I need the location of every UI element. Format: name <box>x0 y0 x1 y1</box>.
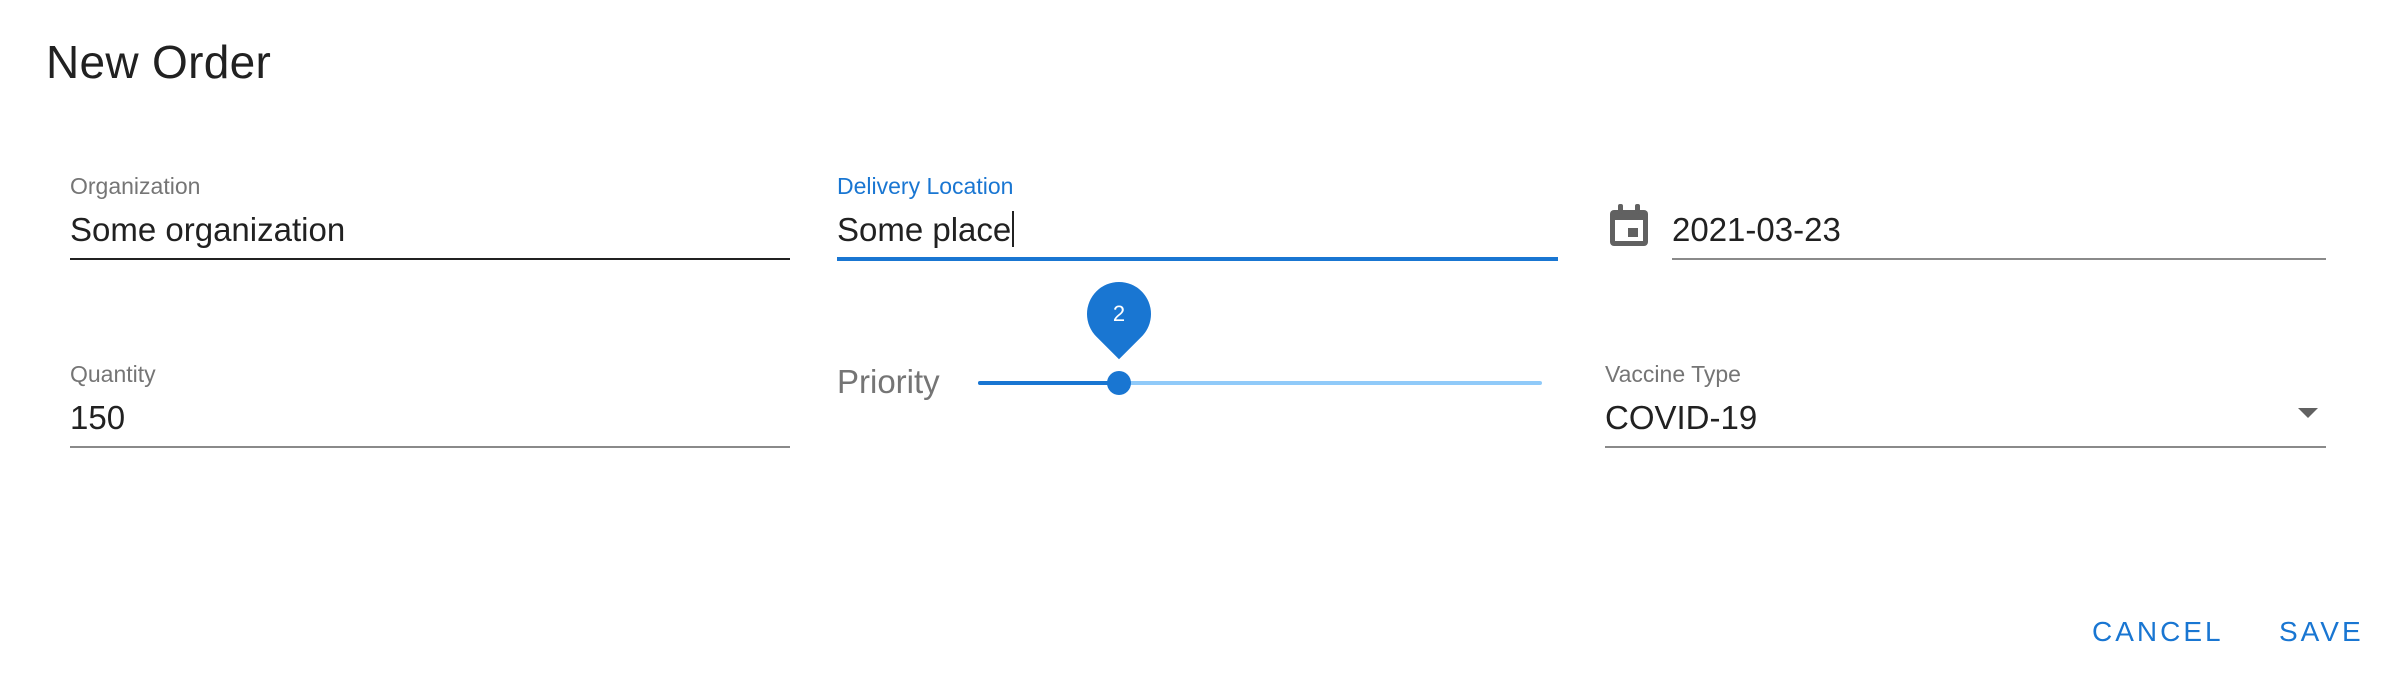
quantity-underline <box>70 446 790 448</box>
organization-input[interactable]: Some organization <box>70 208 345 252</box>
slider-value-bubble: 2 <box>1073 268 1165 360</box>
cancel-button[interactable]: CANCEL <box>2092 612 2224 652</box>
new-order-dialog: New Order Organization Some organization… <box>0 0 2398 684</box>
priority-label: Priority <box>837 363 940 400</box>
delivery-location-label: Delivery Location <box>837 173 1014 199</box>
date-input[interactable]: 2021-03-23 <box>1672 208 1841 252</box>
organization-label: Organization <box>70 173 201 199</box>
vaccine-type-value[interactable]: COVID-19 <box>1605 396 1757 440</box>
slider-thumb[interactable] <box>1107 371 1131 395</box>
dialog-title: New Order <box>46 36 272 88</box>
save-button[interactable]: SAVE <box>2279 612 2364 652</box>
delivery-location-input[interactable]: Some place <box>837 208 1015 252</box>
organization-field[interactable]: Organization Some organization <box>70 172 790 262</box>
delivery-location-underline <box>837 257 1558 261</box>
quantity-input[interactable]: 150 <box>70 396 125 440</box>
dropdown-arrow-icon[interactable] <box>2298 408 2318 418</box>
calendar-icon[interactable] <box>1608 204 1650 248</box>
date-underline <box>1672 258 2326 260</box>
vaccine-type-select[interactable]: Vaccine Type COVID-19 <box>1605 360 2326 450</box>
slider-value-text: 2 <box>1112 301 1126 326</box>
vaccine-type-underline <box>1605 446 2326 448</box>
quantity-label: Quantity <box>70 361 156 387</box>
text-caret <box>1012 211 1015 247</box>
organization-underline <box>70 258 790 260</box>
delivery-location-value: Some place <box>837 211 1012 248</box>
date-field[interactable]: 2021-03-23 <box>1672 172 2326 262</box>
vaccine-type-label: Vaccine Type <box>1605 361 1741 387</box>
priority-slider[interactable]: 2 <box>978 268 1542 396</box>
quantity-field[interactable]: Quantity 150 <box>70 360 790 450</box>
delivery-location-field[interactable]: Delivery Location Some place <box>837 172 1558 262</box>
slider-track <box>978 381 1119 385</box>
